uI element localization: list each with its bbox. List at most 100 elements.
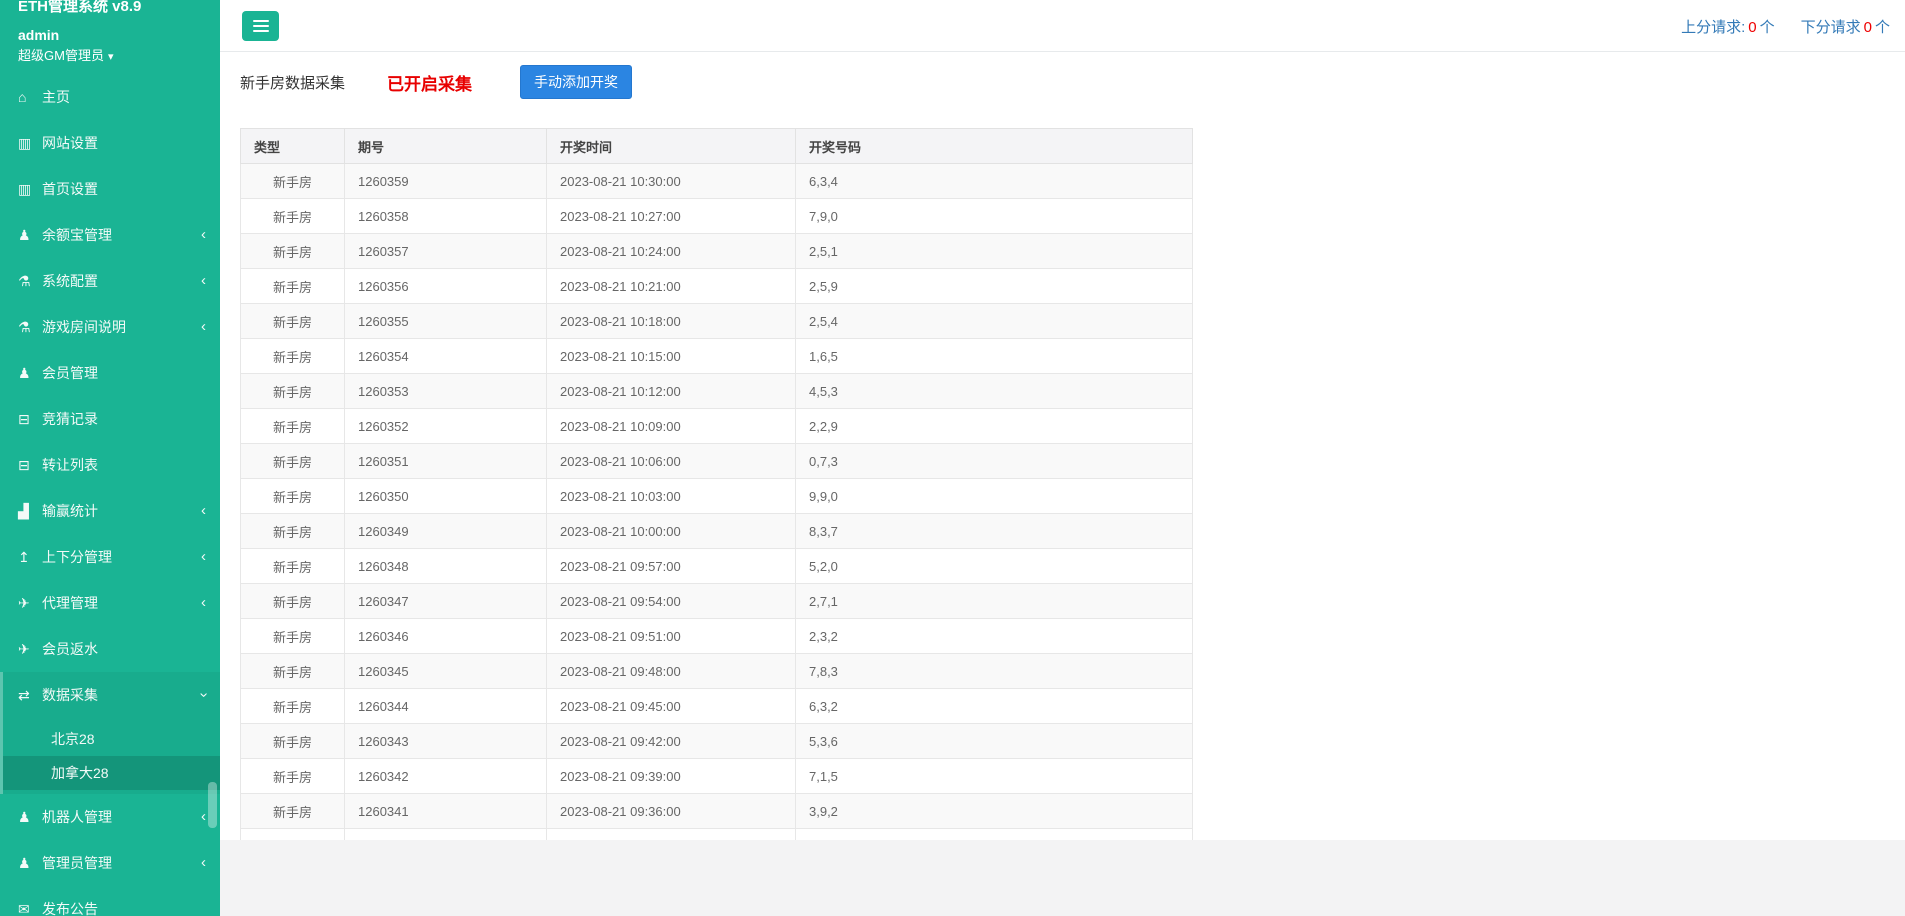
table-row: 新手房 1260353 2023-08-21 10:12:00 4,5,3 <box>240 373 1193 409</box>
sidebar-scrollbar-thumb[interactable] <box>208 782 217 828</box>
table-cell: 2023-08-21 10:06:00 <box>546 443 796 479</box>
table-cell: 新手房 <box>240 758 345 794</box>
table-cell: 1,6,5 <box>795 338 1193 374</box>
sidebar-item[interactable]: ▥ 网站设置 <box>0 120 220 166</box>
sidebar-item-label: 转让列表 <box>42 457 98 473</box>
table-row: 新手房 1260341 2023-08-21 09:36:00 3,9,2 <box>240 793 1193 829</box>
home-icon: ⌂ <box>18 89 27 105</box>
up-score-requests-link[interactable]: 上分请求: 0 个 <box>1681 16 1775 37</box>
table-cell: 2023-08-21 10:09:00 <box>546 408 796 444</box>
sidebar-item[interactable]: ✉ 发布公告 <box>0 886 220 916</box>
hamburger-icon <box>252 20 269 22</box>
table-cell: 8,3,7 <box>795 513 1193 549</box>
table-cell: 2023-08-21 10:27:00 <box>546 198 796 234</box>
table-cell: 1260341 <box>344 793 547 829</box>
sidebar-item[interactable]: ▟ 输赢统计 ‹ <box>0 488 220 534</box>
send-icon: ✈ <box>18 595 30 611</box>
sidebar-item-label: 网站设置 <box>42 135 98 151</box>
table-cell: 新手房 <box>240 268 345 304</box>
sidebar-subitem[interactable]: 北京28 <box>3 722 220 756</box>
table-row: 新手房 1260358 2023-08-21 10:27:00 7,9,0 <box>240 198 1193 234</box>
table-cell: 1260357 <box>344 233 547 269</box>
sidebar-nav: ⌂ 主页 ▥ 网站设置 ▥ 首页设置 ♟ 余额宝管理 ‹ ⚗ 系统配置 ‹ ⚗ 游戏房间说明 ‹ ♟ 会员管理 ⊟… <box>0 74 220 916</box>
user-role-dropdown[interactable]: 超级GM管理员 ▾ <box>0 43 220 74</box>
sidebar-item-label: 竞猜记录 <box>42 411 98 427</box>
manual-add-draw-button[interactable]: 手动添加开奖 <box>520 65 633 99</box>
sidebar-subitem[interactable]: 加拿大28 <box>3 756 220 790</box>
table-cell: 2023-08-21 09:36:00 <box>546 793 796 829</box>
sidebar-item-label: 输赢统计 <box>42 503 98 519</box>
table-cell: 1260343 <box>344 723 547 759</box>
sidebar-toggle-button[interactable] <box>242 11 279 41</box>
table-cell: 新手房 <box>240 583 345 619</box>
table-cell: 新手房 <box>240 618 345 654</box>
sidebar-item-label: 系统配置 <box>42 273 98 289</box>
main-area: 上分请求: 0 个 下分请求 0 个 新手房数据采集 已开启采集 手动添加开奖 类型 期… <box>220 0 1905 916</box>
sidebar-item[interactable]: ▥ 首页设置 <box>0 166 220 212</box>
table-cell: 新手房 <box>240 793 345 829</box>
sidebar-item[interactable]: ♟ 会员管理 <box>0 350 220 396</box>
table-cell: 2023-08-21 09:54:00 <box>546 583 796 619</box>
table-cell: 2023-08-21 09:51:00 <box>546 618 796 654</box>
table-row: 新手房 1260343 2023-08-21 09:42:00 5,3,6 <box>240 723 1193 759</box>
table-cell: 5,2,0 <box>795 548 1193 584</box>
table-cell: 2023-08-21 09:48:00 <box>546 653 796 689</box>
sidebar-item[interactable]: ⚗ 系统配置 ‹ <box>0 258 220 304</box>
flask-icon: ⚗ <box>18 319 31 335</box>
user-icon: ♟ <box>18 227 31 243</box>
sidebar-item[interactable]: ↥ 上下分管理 ‹ <box>0 534 220 580</box>
sidebar-item-label: 发布公告 <box>42 901 98 916</box>
table-cell: 2023-08-21 10:24:00 <box>546 233 796 269</box>
sidebar-item[interactable]: ♟ 管理员管理 ‹ <box>0 840 220 886</box>
down-score-count: 0 <box>1863 18 1872 36</box>
table-row: 新手房 1260355 2023-08-21 10:18:00 2,5,4 <box>240 303 1193 339</box>
username: admin <box>18 27 60 43</box>
chevron-left-icon: ‹ <box>201 502 206 519</box>
table-cell: 2,5,9 <box>795 268 1193 304</box>
sidebar-item[interactable]: ⊟ 竞猜记录 <box>0 396 220 442</box>
sidebar-section: ⚗ 系统配置 ‹ <box>0 258 220 304</box>
sidebar-item-label: 代理管理 <box>42 595 98 611</box>
table-cell: 1260356 <box>344 268 547 304</box>
sidebar-item[interactable]: ⌂ 主页 <box>0 74 220 120</box>
sidebar-section: ▥ 首页设置 <box>0 166 220 212</box>
app-title: ETH管理系统 v8.9 <box>18 0 142 15</box>
sidebar-item[interactable]: ✈ 会员返水 <box>0 626 220 672</box>
table-cell: 新手房 <box>240 653 345 689</box>
table-cell: 2023-08-21 10:30:00 <box>546 163 796 199</box>
sidebar-submenu: 北京28 加拿大28 <box>3 718 220 794</box>
up-score-label: 上分请求: <box>1681 18 1746 36</box>
shuffle-icon: ⇄ <box>18 687 30 703</box>
table-cell: 1260347 <box>344 583 547 619</box>
column-header: 开奖号码 <box>795 128 1193 164</box>
table-cell: 3,9,2 <box>795 793 1193 829</box>
sidebar-item[interactable]: ♟ 余额宝管理 ‹ <box>0 212 220 258</box>
page-heading: 新手房数据采集 已开启采集 手动添加开奖 <box>240 65 1885 99</box>
table-cell: 新手房 <box>240 478 345 514</box>
sidebar-item[interactable]: ⊟ 转让列表 <box>0 442 220 488</box>
table-cell: 新手房 <box>240 233 345 269</box>
table-row: 新手房 1260342 2023-08-21 09:39:00 7,1,5 <box>240 758 1193 794</box>
sidebar-section: ✈ 代理管理 ‹ <box>0 580 220 626</box>
table-cell: 2,5,1 <box>795 233 1193 269</box>
table-cell: 1260345 <box>344 653 547 689</box>
down-score-requests-link[interactable]: 下分请求 0 个 <box>1801 16 1890 37</box>
sidebar-item[interactable]: ✈ 代理管理 ‹ <box>0 580 220 626</box>
table-cell: 1260354 <box>344 338 547 374</box>
sidebar-item[interactable]: ⇄ 数据采集 ‹ <box>3 672 220 718</box>
columns-icon: ▥ <box>18 135 32 151</box>
table-cell: 7,1,5 <box>795 758 1193 794</box>
table-cell: 2023-08-21 10:21:00 <box>546 268 796 304</box>
table-cell: 7,9,0 <box>795 198 1193 234</box>
send-icon: ✈ <box>18 641 30 657</box>
sidebar-item[interactable]: ⚗ 游戏房间说明 ‹ <box>0 304 220 350</box>
sidebar-section: ⊟ 转让列表 <box>0 442 220 488</box>
sidebar-item[interactable]: ♟ 机器人管理 ‹ <box>0 794 220 840</box>
user-icon: ♟ <box>18 855 31 871</box>
table-row: 新手房 1260344 2023-08-21 09:45:00 6,3,2 <box>240 688 1193 724</box>
table-row: 新手房 1260347 2023-08-21 09:54:00 2,7,1 <box>240 583 1193 619</box>
table-cell: 1260351 <box>344 443 547 479</box>
sidebar-section: ✈ 会员返水 <box>0 626 220 672</box>
column-header: 开奖时间 <box>546 128 796 164</box>
sidebar-section: ↥ 上下分管理 ‹ <box>0 534 220 580</box>
